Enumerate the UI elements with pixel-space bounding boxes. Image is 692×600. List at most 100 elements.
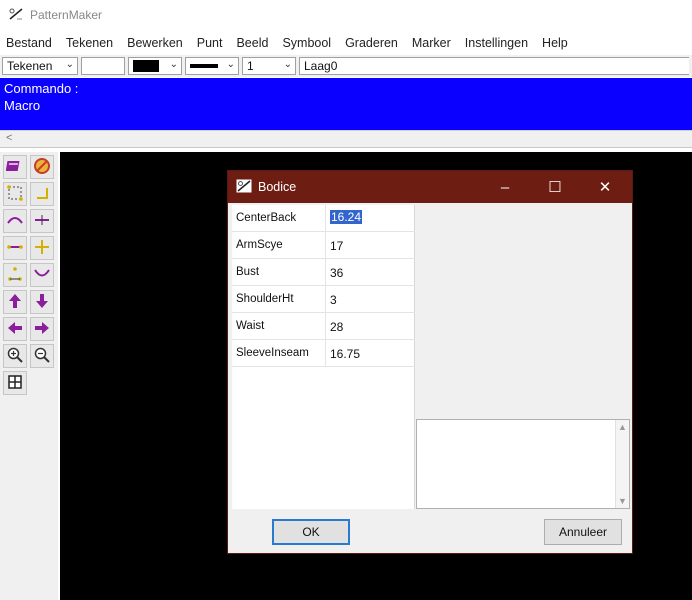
preview-area — [416, 205, 630, 419]
scroll-up-icon[interactable]: ▲ — [618, 422, 627, 432]
param-value-input[interactable]: 3 — [330, 293, 337, 307]
vertical-scrollbar[interactable]: ▲ ▼ — [615, 420, 629, 508]
menu-instellingen[interactable]: Instellingen — [465, 36, 528, 50]
triangle-points-tool[interactable] — [3, 263, 27, 287]
param-name: ShoulderHt — [236, 293, 294, 305]
curve-tool[interactable] — [3, 209, 27, 233]
param-row[interactable]: ArmScye 17 — [232, 232, 415, 259]
menu-graderen[interactable]: Graderen — [345, 36, 398, 50]
param-row[interactable]: ShoulderHt 3 — [232, 286, 415, 313]
chevron-down-icon: ⌄ — [65, 59, 74, 70]
param-value-input[interactable]: 16.75 — [330, 347, 360, 361]
book-icon — [5, 158, 24, 177]
menu-bewerken[interactable]: Bewerken — [127, 36, 183, 50]
horizontal-scrollbar[interactable]: < — [0, 130, 692, 148]
param-value-input[interactable]: 36 — [330, 266, 343, 280]
chevron-down-icon: ⌄ — [169, 59, 178, 70]
dialog-title: Bodice — [258, 180, 297, 194]
param-value-input[interactable]: 17 — [330, 239, 343, 253]
arrow-right-icon — [33, 319, 51, 340]
param-name: ArmScye — [236, 239, 283, 251]
arc-icon — [33, 265, 51, 286]
zoom-in-icon — [6, 346, 24, 367]
cross-tool[interactable] — [30, 236, 54, 260]
zoom-out-tool[interactable] — [30, 344, 54, 368]
command-line: Commando : — [4, 81, 79, 96]
arrow-left-icon — [6, 319, 24, 340]
arrow-down-icon — [33, 292, 51, 313]
menu-symbool[interactable]: Symbool — [282, 36, 331, 50]
layer-value: Laag0 — [304, 59, 338, 73]
app-titlebar: PatternMaker — [0, 0, 692, 30]
corner-tool[interactable] — [30, 182, 54, 206]
description-box[interactable]: ▲ ▼ — [416, 419, 630, 509]
parameter-grid: CenterBack 16.24 ArmScye 17 Bust 36 Shou… — [232, 205, 415, 509]
param-row[interactable]: Bust 36 — [232, 259, 415, 286]
param-row[interactable]: SleeveInseam 16.75 — [232, 340, 415, 367]
curve-icon — [6, 211, 24, 232]
minimize-icon: – — [500, 178, 510, 196]
line-style-swatch — [190, 62, 218, 70]
macro-line: Macro — [4, 98, 41, 113]
arrow-up-icon — [6, 292, 24, 313]
main-toolbar: Tekenen ⌄ ⌄ ⌄ 1 ⌄ Laag0 — [0, 55, 692, 77]
menu-bar: Bestand Tekenen Bewerken Punt Beeld Symb… — [0, 32, 692, 54]
book-tool[interactable] — [3, 155, 27, 179]
scroll-left-icon[interactable]: < — [6, 132, 12, 144]
color-select[interactable]: ⌄ — [128, 57, 182, 75]
blank-input[interactable] — [81, 57, 125, 75]
param-row[interactable]: CenterBack 16.24 — [232, 205, 415, 232]
corner-icon — [33, 184, 51, 205]
line-icon — [6, 238, 24, 259]
menu-help[interactable]: Help — [542, 36, 568, 50]
scroll-down-icon[interactable]: ▼ — [618, 496, 627, 506]
close-icon: ✕ — [598, 179, 612, 196]
param-name: SleeveInseam — [236, 347, 309, 359]
maximize-icon: ☐ — [548, 179, 562, 196]
chevron-down-icon: ⌄ — [226, 59, 235, 70]
move-left-tool[interactable] — [3, 317, 27, 341]
menu-beeld[interactable]: Beeld — [236, 36, 268, 50]
mode-select[interactable]: Tekenen ⌄ — [2, 57, 78, 75]
color-swatch — [133, 60, 159, 72]
arc-tool[interactable] — [30, 263, 54, 287]
triangle-points-icon — [6, 265, 24, 286]
line-tool[interactable] — [3, 236, 27, 260]
patternmaker-window: PatternMaker Bestand Tekenen Bewerken Pu… — [0, 0, 692, 600]
grid-icon — [6, 373, 24, 394]
menu-punt[interactable]: Punt — [197, 36, 223, 50]
tangent-icon — [33, 211, 51, 232]
select-points-tool[interactable] — [3, 182, 27, 206]
layer-field[interactable]: Laag0 — [299, 57, 689, 75]
grid-tool[interactable] — [3, 371, 27, 395]
tangent-tool[interactable] — [30, 209, 54, 233]
command-panel[interactable]: Commando : Macro — [0, 78, 692, 130]
mode-select-value: Tekenen — [7, 59, 53, 73]
chevron-down-icon: ⌄ — [283, 59, 292, 70]
line-width-value: 1 — [247, 59, 254, 73]
select-points-icon — [6, 184, 24, 205]
minimize-button[interactable]: – — [482, 171, 528, 203]
zoom-in-tool[interactable] — [3, 344, 27, 368]
maximize-button[interactable]: ☐ — [532, 171, 578, 203]
param-value-input[interactable]: 28 — [330, 320, 343, 334]
tool-panel — [0, 152, 58, 600]
cancel-button[interactable]: Annuleer — [544, 519, 622, 545]
menu-bestand[interactable]: Bestand — [6, 36, 52, 50]
menu-tekenen[interactable]: Tekenen — [66, 36, 113, 50]
no-entry-tool[interactable] — [30, 155, 54, 179]
patternmaker-logo-icon — [236, 179, 252, 196]
param-value-input[interactable]: 16.24 — [330, 210, 363, 224]
param-row[interactable]: Waist 28 — [232, 313, 415, 340]
menu-marker[interactable]: Marker — [412, 36, 451, 50]
move-right-tool[interactable] — [30, 317, 54, 341]
line-width-select[interactable]: 1 ⌄ — [242, 57, 296, 75]
move-down-tool[interactable] — [30, 290, 54, 314]
move-up-tool[interactable] — [3, 290, 27, 314]
app-title: PatternMaker — [30, 8, 103, 22]
close-button[interactable]: ✕ — [582, 171, 628, 203]
zoom-out-icon — [33, 346, 51, 367]
bodice-dialog: Bodice – ☐ ✕ CenterBack 16.24 ArmScye 17… — [227, 170, 633, 554]
line-style-select[interactable]: ⌄ — [185, 57, 239, 75]
ok-button[interactable]: OK — [272, 519, 350, 545]
